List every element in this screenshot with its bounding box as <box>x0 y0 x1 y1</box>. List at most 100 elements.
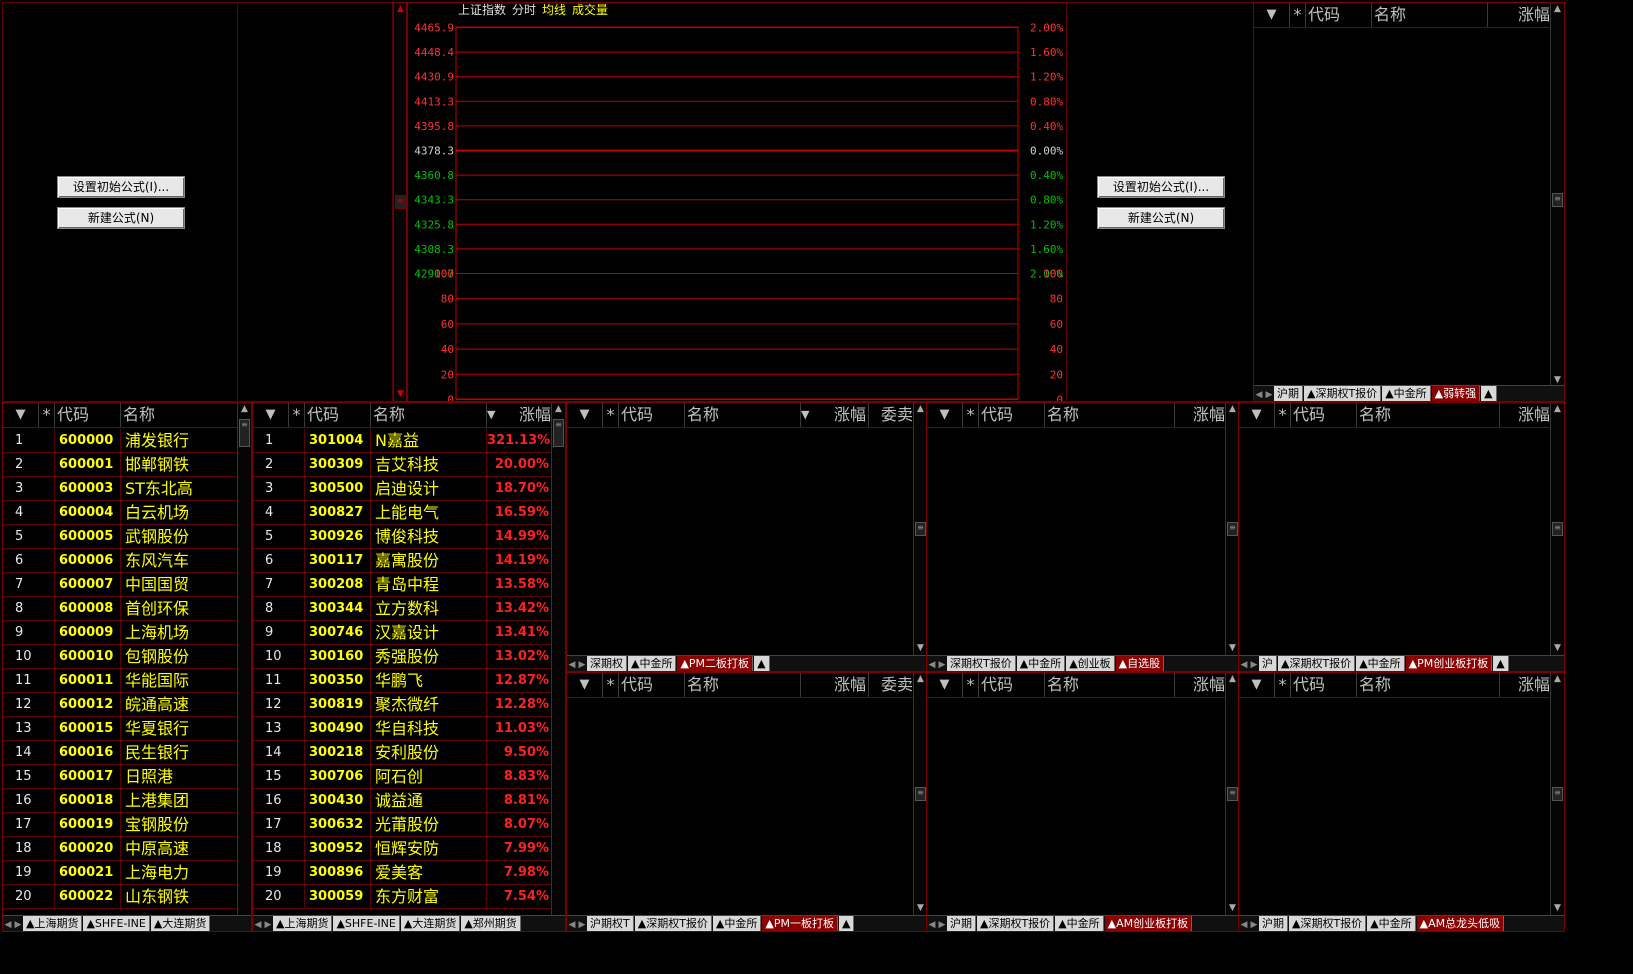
tab-item[interactable]: 沪 <box>1259 656 1277 671</box>
column-menu-dropdown[interactable]: ▼ <box>567 673 603 697</box>
table-row[interactable]: 15 600017 日照港 <box>3 765 237 789</box>
tab-scroll-right-icon[interactable]: ▶ <box>577 660 587 670</box>
column-header-code[interactable]: 代码 <box>1306 3 1372 27</box>
scroll-up-arrow-icon[interactable]: ▲ <box>1551 673 1564 686</box>
table-row[interactable]: 13 600015 华夏银行 <box>3 717 237 741</box>
tab-item[interactable]: ▲SHFE-INE <box>333 916 400 931</box>
scroll-up-arrow-icon[interactable]: ▲ <box>238 403 251 416</box>
column-header-code[interactable]: 代码 <box>619 673 685 697</box>
scroll-up-arrow-icon[interactable]: ▲ <box>552 403 565 416</box>
list-vertical-scrollbar[interactable]: ▲ ≡ <box>551 403 565 917</box>
column-menu-dropdown[interactable]: ▼ <box>1239 403 1275 427</box>
list-vertical-scrollbar[interactable]: ▲ ≡ ▼ <box>913 403 927 655</box>
column-header-code[interactable]: 代码 <box>55 403 121 427</box>
table-row[interactable]: 11 600011 华能国际 <box>3 669 237 693</box>
tab-item[interactable]: ▲上海期货 <box>273 916 333 931</box>
tab-scroll-right-icon[interactable]: ▶ <box>937 920 947 930</box>
tab-scroll-right-icon[interactable]: ▶ <box>1249 920 1259 930</box>
tab-scroll-left-icon[interactable]: ◀ <box>927 920 937 930</box>
tab-scroll-left-icon[interactable]: ◀ <box>567 660 577 670</box>
table-row[interactable]: 19 300896 爱美客 7.98% <box>253 861 551 885</box>
column-menu-dropdown[interactable]: ▼ <box>253 403 289 427</box>
scroll-up-arrow-icon[interactable]: ▲ <box>394 3 407 16</box>
column-header-name[interactable]: 名称 <box>1045 673 1175 697</box>
tab-item[interactable]: 深期权 <box>587 656 627 671</box>
list-vertical-scrollbar[interactable]: ▲ ≡ ▼ <box>1225 403 1239 655</box>
tab-item[interactable]: ▲深期权T报价 <box>1278 656 1356 671</box>
tab-item[interactable]: ▲深期权T报价 <box>1289 916 1367 931</box>
scroll-thumb[interactable]: ≡ <box>1552 522 1563 536</box>
sort-dropdown-icon[interactable]: ▼ <box>801 403 819 427</box>
column-header-change[interactable]: 涨幅 <box>819 403 869 427</box>
tab-scroll-right-icon[interactable]: ▶ <box>1249 660 1259 670</box>
tab-item[interactable]: ▲ <box>1481 386 1497 401</box>
tab-item[interactable]: ▲上海期货 <box>23 916 83 931</box>
table-row[interactable]: 2 600001 邯郸钢铁 <box>3 453 237 477</box>
tab-scroll-left-icon[interactable]: ◀ <box>1239 660 1249 670</box>
column-menu-dropdown[interactable]: ▼ <box>927 403 963 427</box>
tab-item[interactable]: ▲深期权T报价 <box>977 916 1055 931</box>
tab-item[interactable]: ▲深期权T报价 <box>634 916 712 931</box>
tab-item[interactable]: ▲AM总龙头低吸 <box>1416 916 1505 931</box>
column-menu-dropdown[interactable]: ▼ <box>1239 673 1275 697</box>
tab-item[interactable]: ▲创业板 <box>1066 656 1115 671</box>
table-row[interactable]: 10 600010 包钢股份 <box>3 645 237 669</box>
column-header-name[interactable]: 名称 <box>1045 403 1175 427</box>
set-initial-formula-button[interactable]: 设置初始公式(I)... <box>57 176 185 198</box>
column-menu-dropdown[interactable]: ▼ <box>567 403 603 427</box>
tab-scroll-left-icon[interactable]: ◀ <box>3 920 13 930</box>
scroll-thumb[interactable]: ≡ <box>1552 193 1563 207</box>
table-row[interactable]: 1 600000 浦发银行 <box>3 429 237 453</box>
column-header-name[interactable]: 名称 <box>371 403 487 427</box>
tab-item[interactable]: ▲大连期货 <box>400 916 461 931</box>
column-header-code[interactable]: 代码 <box>1291 673 1357 697</box>
tab-item[interactable]: ▲ <box>1493 656 1509 671</box>
scroll-thumb[interactable]: ≡ <box>915 787 926 801</box>
scroll-thumb[interactable]: ≡ <box>553 419 564 447</box>
column-header-star[interactable]: * <box>603 673 619 697</box>
column-menu-dropdown[interactable]: ▼ <box>3 403 39 427</box>
column-header-change[interactable]: 涨幅 <box>503 403 551 427</box>
column-header-name[interactable]: 名称 <box>121 403 237 427</box>
scroll-down-arrow-icon[interactable]: ▼ <box>1551 642 1564 655</box>
column-header-star[interactable]: * <box>963 403 979 427</box>
table-row[interactable]: 10 300160 秀强股份 13.02% <box>253 645 551 669</box>
table-row[interactable]: 7 600007 中国国贸 <box>3 573 237 597</box>
column-header-name[interactable]: 名称 <box>1372 3 1488 27</box>
table-row[interactable]: 17 300632 光莆股份 8.07% <box>253 813 551 837</box>
column-header-name[interactable]: 名称 <box>685 403 801 427</box>
table-row[interactable]: 5 300926 博俊科技 14.99% <box>253 525 551 549</box>
tab-item[interactable]: ▲中金所 <box>1055 916 1104 931</box>
list-vertical-scrollbar[interactable]: ▲ ≡ ▼ <box>1550 403 1564 655</box>
set-initial-formula-button-2[interactable]: 设置初始公式(I)... <box>1097 176 1225 198</box>
column-header-change[interactable]: 涨幅 <box>1175 673 1225 697</box>
scroll-thumb[interactable]: ≡ <box>1227 522 1238 536</box>
tab-item[interactable]: ▲PM一板打板 <box>762 916 838 931</box>
column-header-star[interactable]: * <box>39 403 55 427</box>
tab-item[interactable]: ▲AM创业板打板 <box>1104 916 1193 931</box>
column-header-change[interactable]: 涨幅 <box>1500 403 1550 427</box>
table-row[interactable]: 4 300827 上能电气 16.59% <box>253 501 551 525</box>
column-header-star[interactable]: * <box>289 403 305 427</box>
tab-item[interactable]: 沪期权T <box>587 916 634 931</box>
table-row[interactable]: 3 300500 启迪设计 18.70% <box>253 477 551 501</box>
column-header-change[interactable]: 涨幅 <box>1175 403 1225 427</box>
scroll-thumb[interactable]: ≡ <box>915 522 926 536</box>
list-vertical-scrollbar[interactable]: ▲ ≡ ▼ <box>1550 3 1564 387</box>
table-row[interactable]: 1 301004 N嘉益 321.13% <box>253 429 551 453</box>
column-header-change[interactable]: 涨幅 <box>1488 3 1552 27</box>
table-row[interactable]: 13 300490 华自科技 11.03% <box>253 717 551 741</box>
table-row[interactable]: 18 600020 中原高速 <box>3 837 237 861</box>
column-header-name[interactable]: 名称 <box>1357 673 1500 697</box>
table-row[interactable]: 12 600012 皖通高速 <box>3 693 237 717</box>
list-vertical-scrollbar[interactable]: ▲ ≡ ▼ <box>1225 673 1239 915</box>
tab-item[interactable]: ▲中金所 <box>1016 656 1066 671</box>
table-row[interactable]: 12 300819 聚杰微纤 12.28% <box>253 693 551 717</box>
tab-scroll-right-icon[interactable]: ▶ <box>577 920 587 930</box>
scroll-up-arrow-icon[interactable]: ▲ <box>1551 403 1564 416</box>
tab-item[interactable]: ▲弱转强 <box>1431 386 1481 401</box>
column-header-change[interactable]: 涨幅 <box>819 673 869 697</box>
tab-item[interactable]: ▲PM二板打板 <box>677 656 754 671</box>
tab-scroll-left-icon[interactable]: ◀ <box>253 920 263 930</box>
table-row[interactable]: 16 300430 诚益通 8.81% <box>253 789 551 813</box>
